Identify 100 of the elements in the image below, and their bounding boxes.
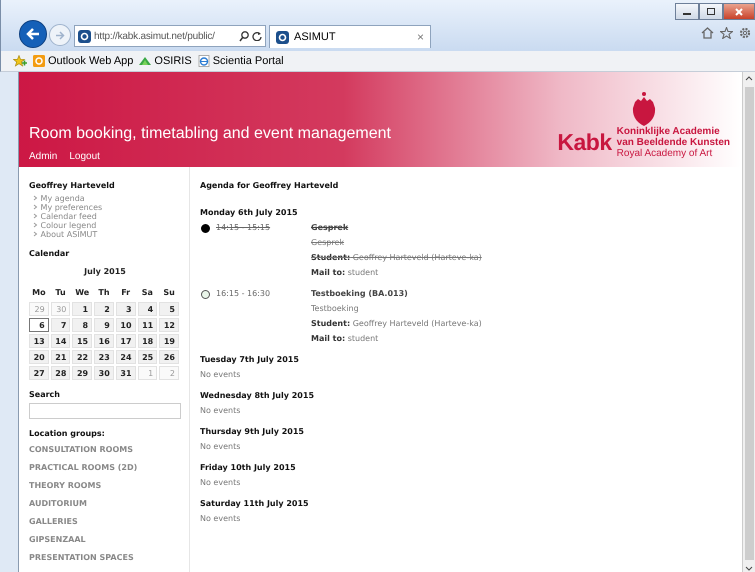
no-events-text: No events — [200, 370, 242, 379]
weekday-label: Th — [97, 286, 111, 298]
site-icon[interactable] — [276, 30, 289, 44]
favorite-link[interactable]: Outlook Web App — [33, 55, 134, 67]
user-name: Geoffrey Harteveld — [29, 181, 116, 190]
refresh-icon[interactable] — [252, 31, 262, 41]
mail-line: Mail to: student — [311, 268, 380, 277]
calendar-day[interactable]: 12 — [159, 318, 179, 332]
search-icon[interactable] — [239, 30, 249, 42]
event-title: Testboeking (BA.013) — [311, 289, 409, 298]
weekday-label: Fr — [120, 286, 132, 298]
scrollbar[interactable] — [742, 72, 755, 572]
site-icon[interactable] — [78, 30, 91, 42]
calendar-day[interactable]: 27 — [29, 366, 49, 380]
location-group-link[interactable]: GALLERIES — [29, 517, 189, 526]
weekday-label: Mo — [31, 286, 47, 298]
section-heading: Calendar — [29, 249, 70, 258]
calendar-day[interactable]: 3 — [116, 302, 136, 316]
scroll-down-icon[interactable] — [745, 566, 753, 571]
star-icon[interactable] — [720, 27, 733, 39]
sidebar-link[interactable]: Colour legend — [33, 221, 189, 230]
maximize-button[interactable] — [699, 3, 723, 20]
no-events-text: No events — [200, 478, 242, 487]
calendar-day[interactable]: 24 — [116, 350, 136, 364]
calendar-month: July 2015 — [82, 267, 127, 276]
calendar-day[interactable]: 6 — [29, 318, 49, 332]
sidebar-link[interactable]: My agenda — [33, 194, 189, 203]
calendar-day[interactable]: 13 — [29, 334, 49, 348]
location-group-link[interactable]: PRACTICAL ROOMS (2D) — [29, 463, 189, 472]
no-events-text: No events — [200, 406, 242, 415]
calendar-day[interactable]: 2 — [94, 302, 114, 316]
section-heading: Location groups: — [29, 429, 106, 438]
logo-subtitle: Royal Academy of Art — [616, 148, 714, 159]
logo-text: Koninklijke Academie — [616, 126, 721, 137]
event-title: Gesprek — [311, 223, 350, 232]
favorite-link[interactable]: OSIRIS — [139, 55, 192, 67]
no-events-text: No events — [200, 442, 242, 451]
location-group-link[interactable]: AUDITORIUM — [29, 499, 189, 508]
minimize-button[interactable] — [675, 3, 699, 20]
close-button[interactable] — [723, 3, 755, 20]
pyramid-icon[interactable] — [139, 55, 152, 67]
day-heading: Wednesday 8th July 2015 — [200, 391, 316, 400]
favorite-link[interactable]: Scientia Portal — [198, 55, 284, 67]
sidebar-link[interactable]: About ASIMUT — [33, 230, 189, 239]
calendar-day[interactable]: 28 — [50, 366, 70, 380]
calendar-day[interactable]: 22 — [72, 350, 92, 364]
back-arrow-icon[interactable] — [26, 28, 40, 40]
sidebar-link[interactable]: My preferences — [33, 203, 189, 212]
calendar-day[interactable]: 8 — [72, 318, 92, 332]
calendar-day[interactable]: 26 — [159, 350, 179, 364]
calendar-day[interactable]: 14 — [50, 334, 70, 348]
day-heading: Tuesday 7th July 2015 — [200, 355, 300, 364]
location-group-link[interactable]: GIPSENZAAL — [29, 535, 189, 544]
event-time: 14:15 - 15:15 — [216, 223, 272, 234]
calendar-day[interactable]: 10 — [116, 318, 136, 332]
search-field[interactable] — [29, 403, 181, 419]
calendar-day[interactable]: 19 — [159, 334, 179, 348]
favorites-star-icon[interactable] — [13, 55, 27, 67]
close-icon[interactable] — [735, 8, 743, 16]
nav-link[interactable]: Admin — [29, 151, 58, 162]
calendar-day[interactable]: 15 — [72, 334, 92, 348]
day-heading: Friday 10th July 2015 — [200, 463, 297, 472]
calendar-day[interactable]: 30 — [94, 366, 114, 380]
calendar-day[interactable]: 18 — [138, 334, 158, 348]
address-bar[interactable]: http://kabk.asimut.net/public/ — [74, 25, 266, 47]
settings-icon[interactable] — [739, 27, 751, 39]
weekday-label: Tu — [54, 286, 67, 298]
tab-close-button[interactable]: × — [416, 30, 424, 44]
page-icon[interactable] — [198, 55, 210, 67]
sidebar-link[interactable]: Calendar feed — [33, 212, 189, 221]
calendar-day[interactable]: 9 — [94, 318, 114, 332]
nav-link[interactable]: Logout — [69, 151, 100, 162]
calendar-day[interactable]: 1 — [72, 302, 92, 316]
calendar-day[interactable]: 11 — [138, 318, 158, 332]
calendar-day[interactable]: 17 — [116, 334, 136, 348]
no-events-text: No events — [200, 514, 242, 523]
calendar-day[interactable]: 20 — [29, 350, 49, 364]
back-button[interactable] — [19, 20, 47, 48]
scroll-up-icon[interactable] — [745, 76, 753, 81]
location-group-link[interactable]: THEORY ROOMS — [29, 481, 189, 490]
calendar-day[interactable]: 23 — [94, 350, 114, 364]
browser-tab[interactable]: ASIMUT × — [269, 25, 431, 48]
logo-wordmark: Kabk — [557, 129, 612, 156]
calendar-day[interactable]: 7 — [50, 318, 70, 332]
calendar-day[interactable]: 5 — [159, 302, 179, 316]
home-icon[interactable] — [701, 27, 714, 39]
calendar-day[interactable]: 25 — [138, 350, 158, 364]
calendar-day[interactable]: 4 — [138, 302, 158, 316]
calendar-day[interactable]: 16 — [94, 334, 114, 348]
maximize-icon[interactable] — [707, 8, 715, 15]
student-line: Student: Geoffrey Harteveld (Harteve-ka) — [311, 253, 482, 262]
calendar-day[interactable]: 21 — [50, 350, 70, 364]
location-group-link[interactable]: PRESENTATION SPACES — [29, 553, 189, 562]
mail-line: Mail to: student — [311, 334, 380, 343]
calendar-day[interactable]: 29 — [72, 366, 92, 380]
calendar-day[interactable]: 31 — [116, 366, 136, 380]
location-group-link[interactable]: CONSULTATION ROOMS — [29, 445, 189, 454]
weekday-label: Su — [162, 286, 176, 298]
event-description: Testboeking — [311, 304, 360, 313]
student-line: Student: Geoffrey Harteveld (Harteve-ka) — [311, 319, 482, 328]
